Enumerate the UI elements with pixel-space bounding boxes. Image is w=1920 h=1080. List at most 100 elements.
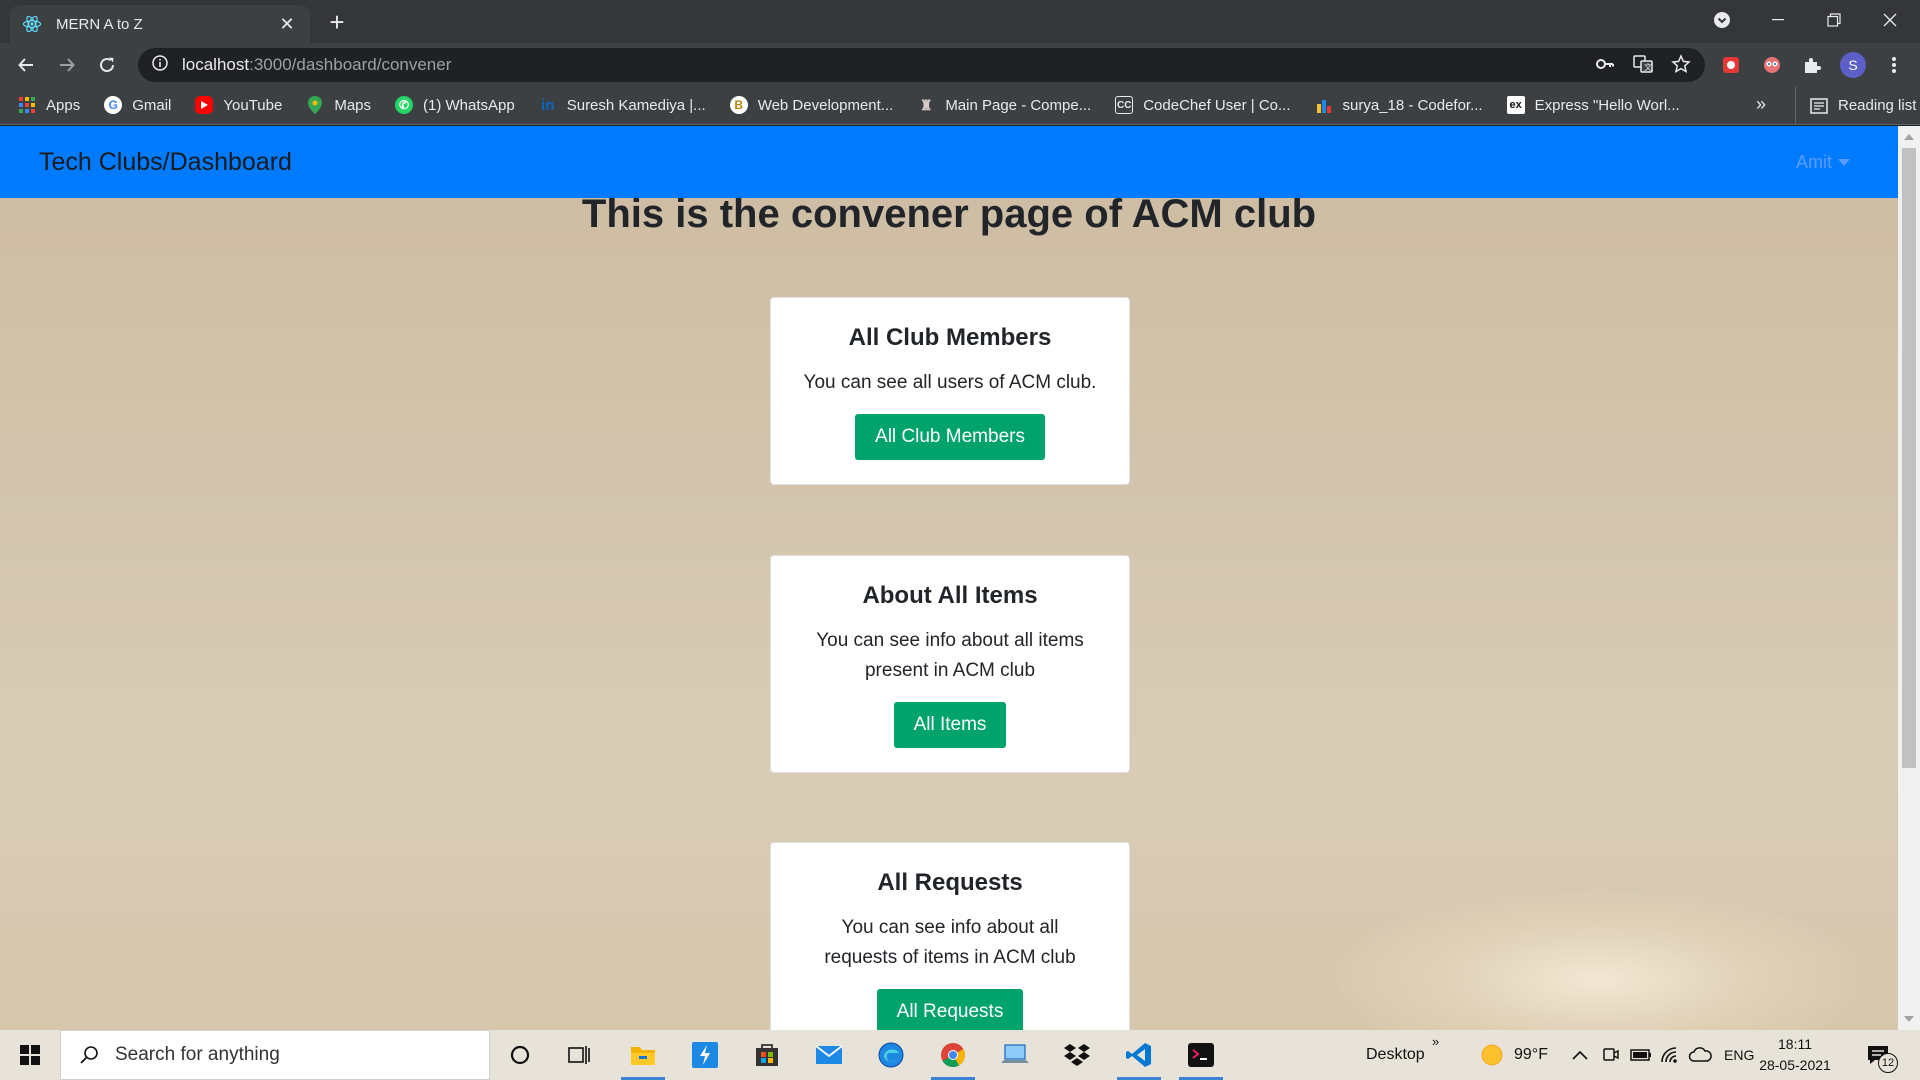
edge-browser-icon[interactable]: [861, 1030, 921, 1080]
more-bookmarks-icon[interactable]: »: [1756, 94, 1766, 115]
windows-start-icon[interactable]: [0, 1030, 60, 1080]
bookmark-maps[interactable]: Maps: [306, 96, 371, 114]
bookmark-star-icon[interactable]: [1671, 54, 1691, 79]
new-tab-button[interactable]: +: [322, 8, 352, 38]
bookmark-whatsapp[interactable]: ✆ (1) WhatsApp: [395, 96, 515, 114]
azure-app-icon[interactable]: [675, 1030, 735, 1080]
toolbar-chevron-icon[interactable]: »: [1432, 1016, 1439, 1066]
taskbar-clock[interactable]: 18:11 28-05-2021: [1755, 1034, 1835, 1076]
site-info-icon[interactable]: [152, 54, 168, 76]
card-title: All Requests: [877, 869, 1023, 896]
browser-tab-strip: MERN A to Z ✕ +: [0, 0, 1920, 43]
bookmark-youtube[interactable]: YouTube: [195, 96, 282, 114]
page-viewport: Tech Clubs/Dashboard Amit This is the co…: [0, 126, 1898, 1030]
background-glow: [1338, 890, 1858, 1030]
extension-red-icon[interactable]: [1716, 50, 1746, 80]
wiki-icon: ♜: [920, 96, 933, 113]
all-items-button[interactable]: All Items: [893, 702, 1007, 748]
reload-icon[interactable]: [91, 49, 123, 81]
bookmark-apps[interactable]: Apps: [18, 96, 80, 114]
notification-icon: 12: [1866, 1043, 1898, 1073]
temperature: 99°F: [1514, 1046, 1548, 1063]
address-bar[interactable]: localhost:3000/dashboard/convener 文: [138, 48, 1705, 82]
action-center-button[interactable]: 12: [1866, 1030, 1898, 1080]
bookmark-gmail[interactable]: G Gmail: [104, 96, 171, 114]
close-window-icon[interactable]: [1862, 0, 1918, 40]
bookmark-label: (1) WhatsApp: [423, 96, 515, 114]
restore-icon[interactable]: [1806, 0, 1862, 40]
apps-grid-icon: [18, 96, 36, 114]
bookmark-codechef[interactable]: CC CodeChef User | Co...: [1115, 96, 1291, 114]
extensions-puzzle-icon[interactable]: [1797, 50, 1827, 80]
bookmark-codeforces[interactable]: surya_18 - Codefor...: [1315, 96, 1483, 114]
all-requests-button[interactable]: All Requests: [876, 989, 1024, 1030]
profile-initial: S: [1840, 52, 1866, 78]
page-scrollbar[interactable]: [1898, 126, 1920, 1030]
card-title: All Club Members: [848, 324, 1052, 351]
laptop-app-icon[interactable]: [985, 1030, 1045, 1080]
show-hidden-icons-icon[interactable]: [1572, 1030, 1588, 1080]
input-language[interactable]: ENG: [1724, 1030, 1754, 1080]
minimize-icon[interactable]: [1750, 0, 1806, 40]
weather-widget[interactable]: 99°F: [1480, 1030, 1548, 1080]
bookmark-wiki[interactable]: ♜ Main Page - Compe...: [917, 96, 1091, 114]
cortana-circle-icon[interactable]: [490, 1030, 550, 1080]
browser-tab[interactable]: MERN A to Z ✕: [10, 5, 310, 43]
taskbar-search-box[interactable]: Search for anything: [60, 1030, 490, 1080]
clock-time: 18:11: [1778, 1036, 1812, 1052]
reading-list-button[interactable]: Reading list: [1795, 86, 1916, 125]
clock-date: 28-05-2021: [1759, 1057, 1831, 1073]
bookmark-label: Express "Hello Worl...: [1534, 96, 1680, 114]
bookmark-webdev[interactable]: B Web Development...: [729, 96, 893, 114]
password-key-icon[interactable]: [1595, 54, 1615, 79]
express-icon: ex: [1506, 96, 1525, 114]
card-text: You can see info about all items present…: [816, 630, 1084, 681]
vscode-icon[interactable]: [1109, 1030, 1169, 1080]
bookmark-label: surya_18 - Codefor...: [1342, 96, 1483, 114]
sun-icon: [1480, 1043, 1504, 1067]
extension-eye-icon[interactable]: [1757, 50, 1787, 80]
page-title: This is the convener page of ACM club: [581, 192, 1317, 236]
translate-icon[interactable]: 文: [1633, 54, 1653, 79]
terminal-icon[interactable]: [1171, 1030, 1231, 1080]
onedrive-cloud-icon[interactable]: [1688, 1030, 1712, 1080]
google-icon: G: [104, 96, 123, 114]
back-arrow-icon[interactable]: [10, 49, 42, 81]
bookmarks-bar: Apps G Gmail YouTube Maps ✆ (1) WhatsApp…: [0, 86, 1920, 125]
tab-title: MERN A to Z: [56, 15, 143, 33]
card-text: You can see all users of ACM club.: [803, 372, 1097, 393]
battery-icon[interactable]: [1630, 1030, 1652, 1080]
notification-count-badge: 12: [1878, 1053, 1898, 1073]
scroll-up-arrow-icon[interactable]: [1904, 134, 1914, 140]
task-view-icon[interactable]: [550, 1030, 610, 1080]
all-club-members-button[interactable]: All Club Members: [855, 414, 1045, 460]
wifi-icon[interactable]: [1660, 1030, 1680, 1080]
file-explorer-icon[interactable]: [613, 1030, 673, 1080]
user-dropdown[interactable]: Amit: [1796, 152, 1850, 173]
svg-text:文: 文: [1644, 62, 1652, 72]
desktop-toolbar-label[interactable]: Desktop: [1366, 1030, 1425, 1080]
dropbox-icon[interactable]: [1047, 1030, 1107, 1080]
youtube-icon: [195, 96, 214, 114]
profile-avatar[interactable]: S: [1838, 50, 1868, 80]
menu-dots-icon[interactable]: [1879, 50, 1909, 80]
bookmark-express[interactable]: ex Express "Hello Worl...: [1506, 96, 1680, 114]
url-text: localhost:3000/dashboard/convener: [182, 55, 451, 75]
tab-search-icon[interactable]: [1694, 0, 1750, 40]
chrome-browser-icon[interactable]: [923, 1030, 983, 1080]
microsoft-store-icon[interactable]: [737, 1030, 797, 1080]
url-host: localhost: [182, 55, 250, 74]
navbar-brand[interactable]: Tech Clubs/Dashboard: [39, 148, 292, 177]
card-text: You can see info about all requests of i…: [824, 917, 1076, 968]
forward-arrow-icon[interactable]: [51, 49, 83, 81]
scrollbar-thumb[interactable]: [1902, 148, 1916, 768]
meet-now-icon[interactable]: [1602, 1030, 1620, 1080]
bookmark-label: Apps: [46, 96, 81, 114]
scroll-down-arrow-icon[interactable]: [1904, 1016, 1914, 1022]
windows-taskbar: Search for anything Desktop » 99°F ENG 1…: [0, 1030, 1920, 1080]
mail-icon[interactable]: [799, 1030, 859, 1080]
close-tab-icon[interactable]: ✕: [276, 14, 298, 35]
bookmark-label: CodeChef User | Co...: [1143, 96, 1291, 114]
bookmark-linkedin[interactable]: in Suresh Kamediya |...: [539, 96, 706, 114]
bookmark-label: YouTube: [223, 96, 283, 114]
